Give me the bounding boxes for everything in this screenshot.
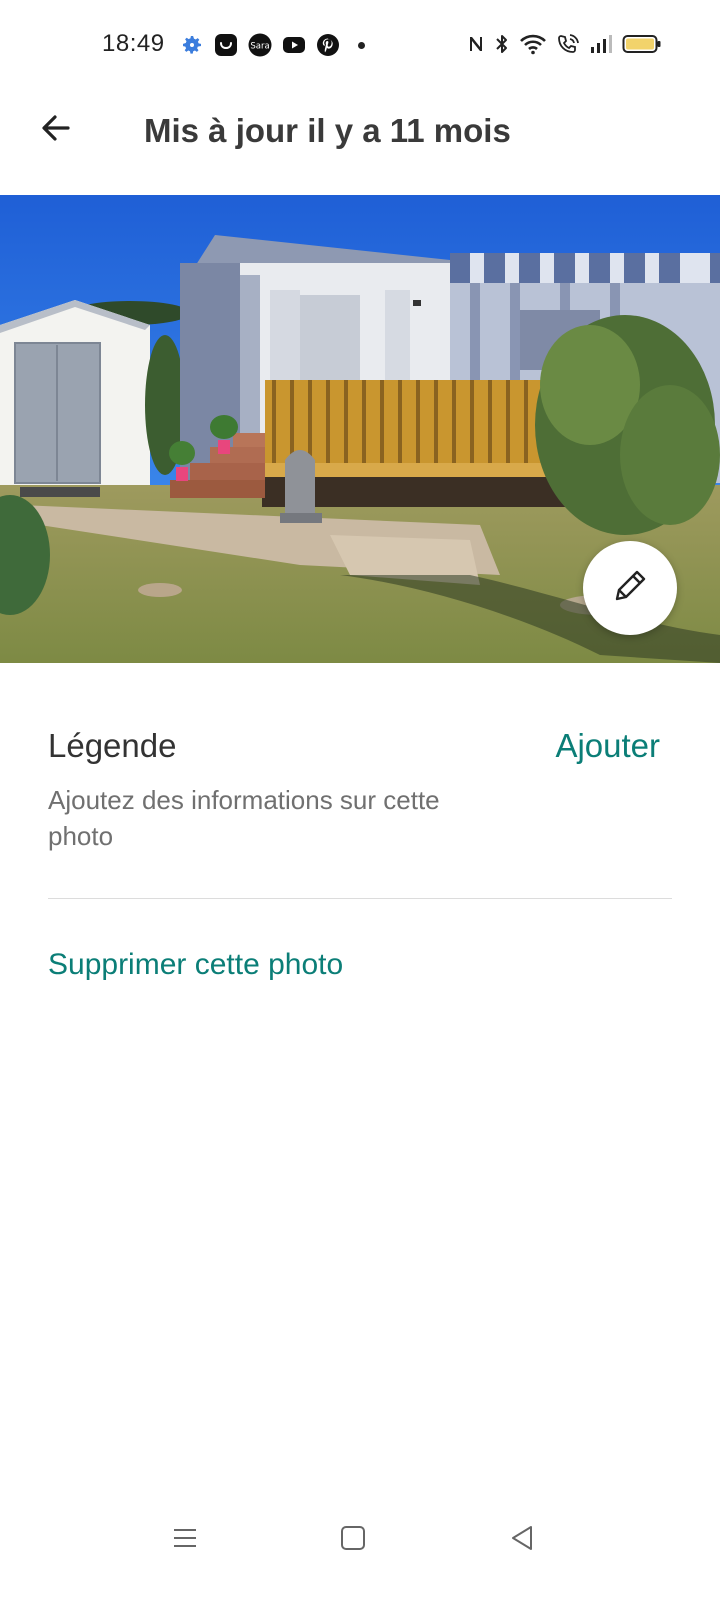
back-triangle-icon (507, 1523, 537, 1558)
pencil-icon (607, 563, 653, 614)
pinterest-icon (316, 33, 340, 57)
edit-photo-button[interactable] (583, 541, 677, 635)
nfc-icon (467, 33, 485, 55)
app-bar: Mis à jour il y a 11 mois (0, 90, 720, 170)
page-title: Mis à jour il y a 11 mois (144, 112, 511, 149)
more-dot-icon (358, 41, 365, 49)
wifi-icon (519, 33, 547, 55)
caption-title: Légende (48, 727, 177, 764)
settings-gear-icon (180, 33, 204, 57)
status-time: 18:49 (102, 30, 165, 57)
home-square-icon (338, 1523, 368, 1558)
add-caption-button[interactable]: Ajouter (555, 727, 660, 765)
status-bar: 18:49 Sara (0, 0, 720, 90)
system-navigation-bar (0, 1480, 720, 1600)
svg-text:Sara: Sara (250, 42, 269, 52)
shopping-bag-icon (214, 33, 238, 57)
notification-icons: Sara (180, 33, 365, 57)
bluetooth-icon (494, 33, 510, 55)
menu-icon (170, 1523, 200, 1558)
youtube-icon (282, 33, 306, 57)
battery-icon (622, 33, 662, 55)
back-button[interactable] (28, 102, 84, 158)
sara-app-icon: Sara (248, 33, 272, 57)
caption-description: Ajoutez des informations sur cette photo (48, 785, 440, 851)
menu-button[interactable] (155, 1510, 215, 1570)
signal-icon (589, 33, 613, 55)
arrow-left-icon (38, 110, 74, 151)
home-button[interactable] (323, 1510, 383, 1570)
wifi-calling-icon (556, 33, 580, 55)
system-icons (467, 33, 662, 55)
delete-photo-button[interactable]: Supprimer cette photo (48, 948, 343, 982)
system-back-button[interactable] (492, 1510, 552, 1570)
divider (48, 898, 672, 899)
